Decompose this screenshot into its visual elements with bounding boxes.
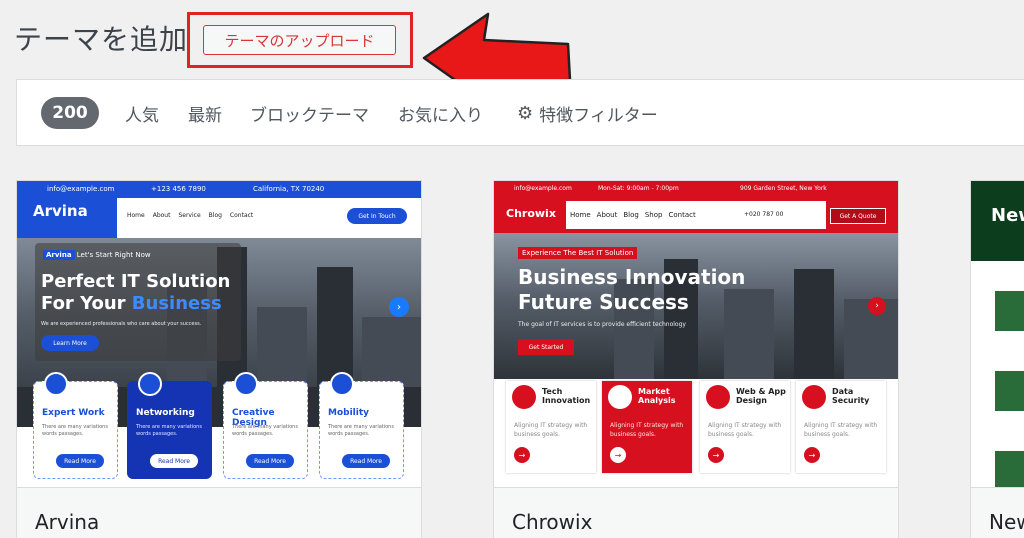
chevron-right-icon: › <box>868 297 886 315</box>
preview-service-card: Networking There are many variations wor… <box>127 372 212 479</box>
preview-headline: Perfect IT Solution For Your Business <box>41 271 231 314</box>
preview-cta: Get A Quote <box>830 208 886 224</box>
tab-popular[interactable]: 人気 <box>125 101 159 126</box>
preview-cta: Get In Touch <box>347 208 407 224</box>
preview-topbar: info@example.com Mon-Sat: 9:00am - 7:00p… <box>494 181 898 197</box>
preview-menu: Home About Service Blog Contact <box>127 212 254 219</box>
page-title: テーマを追加 <box>14 23 189 56</box>
preview-service-card: Data Security Aligning IT strategy with … <box>796 381 886 473</box>
chevron-right-icon: › <box>389 297 409 317</box>
theme-screenshot[interactable]: info@example.com +123 456 7890 Californi… <box>17 181 421 487</box>
theme-name: Arvina <box>35 510 100 534</box>
theme-name: Chrowix <box>512 510 593 534</box>
theme-name-bar[interactable]: Chrowix <box>494 487 898 538</box>
preview-service-card: Creative Design There are many variation… <box>223 372 308 479</box>
upload-highlight-box: テーマのアップロード <box>187 12 413 68</box>
upload-theme-button[interactable]: テーマのアップロード <box>203 25 396 55</box>
feature-filter-label: 特徴フィルター <box>539 106 658 126</box>
theme-card-arvina[interactable]: info@example.com +123 456 7890 Californi… <box>16 180 422 538</box>
feature-filter-button[interactable]: ⚙ 特徴フィルター <box>517 101 658 126</box>
preview-hero: Arvina Let's Start Right Now Perfect IT … <box>35 243 241 361</box>
preview-service-card: Tech Innovation Aligning IT strategy wit… <box>506 381 596 473</box>
theme-name: New <box>989 510 1024 534</box>
preview-headline: Business Innovation Future Success <box>518 265 746 314</box>
preview-menu: Home About Blog Shop Contact <box>570 211 696 219</box>
preview-service-card: Expert Work There are many variations wo… <box>33 372 118 479</box>
theme-name-bar[interactable]: Arvina <box>17 487 421 538</box>
tab-block-themes[interactable]: ブロックテーマ <box>250 101 369 126</box>
preview-logo: News <box>991 205 1024 226</box>
preview-navbar: Chrowix Home About Blog Shop Contact +02… <box>494 197 898 233</box>
preview-navbar: Arvina Home About Service Blog Contact G… <box>17 198 421 238</box>
preview-topbar: info@example.com +123 456 7890 Californi… <box>17 181 421 198</box>
theme-count-badge: 200 <box>41 97 99 129</box>
gear-icon: ⚙ <box>517 103 534 124</box>
preview-logo: Arvina <box>17 198 117 238</box>
preview-service-card: Market Analysis Aligning IT strategy wit… <box>602 381 692 473</box>
theme-screenshot[interactable]: News <box>971 181 1024 487</box>
preview-logo: Chrowix <box>506 207 556 220</box>
preview-location: California, TX 70240 <box>253 185 325 193</box>
theme-card-chrowix[interactable]: info@example.com Mon-Sat: 9:00am - 7:00p… <box>493 180 899 538</box>
tab-latest[interactable]: 最新 <box>188 101 222 126</box>
preview-service-card: Mobility There are many variations words… <box>319 372 404 479</box>
tab-favorites[interactable]: お気に入り <box>398 101 483 126</box>
preview-service-card: Web & App Design Aligning IT strategy wi… <box>700 381 790 473</box>
theme-screenshot[interactable]: info@example.com Mon-Sat: 9:00am - 7:00p… <box>494 181 898 487</box>
filter-bar: 200 人気 最新 ブロックテーマ お気に入り ⚙ 特徴フィルター <box>16 79 1024 146</box>
preview-phone: +123 456 7890 <box>151 185 206 193</box>
theme-card-news[interactable]: News New <box>970 180 1024 538</box>
preview-email: info@example.com <box>47 185 115 193</box>
theme-name-bar[interactable]: New <box>971 487 1024 538</box>
